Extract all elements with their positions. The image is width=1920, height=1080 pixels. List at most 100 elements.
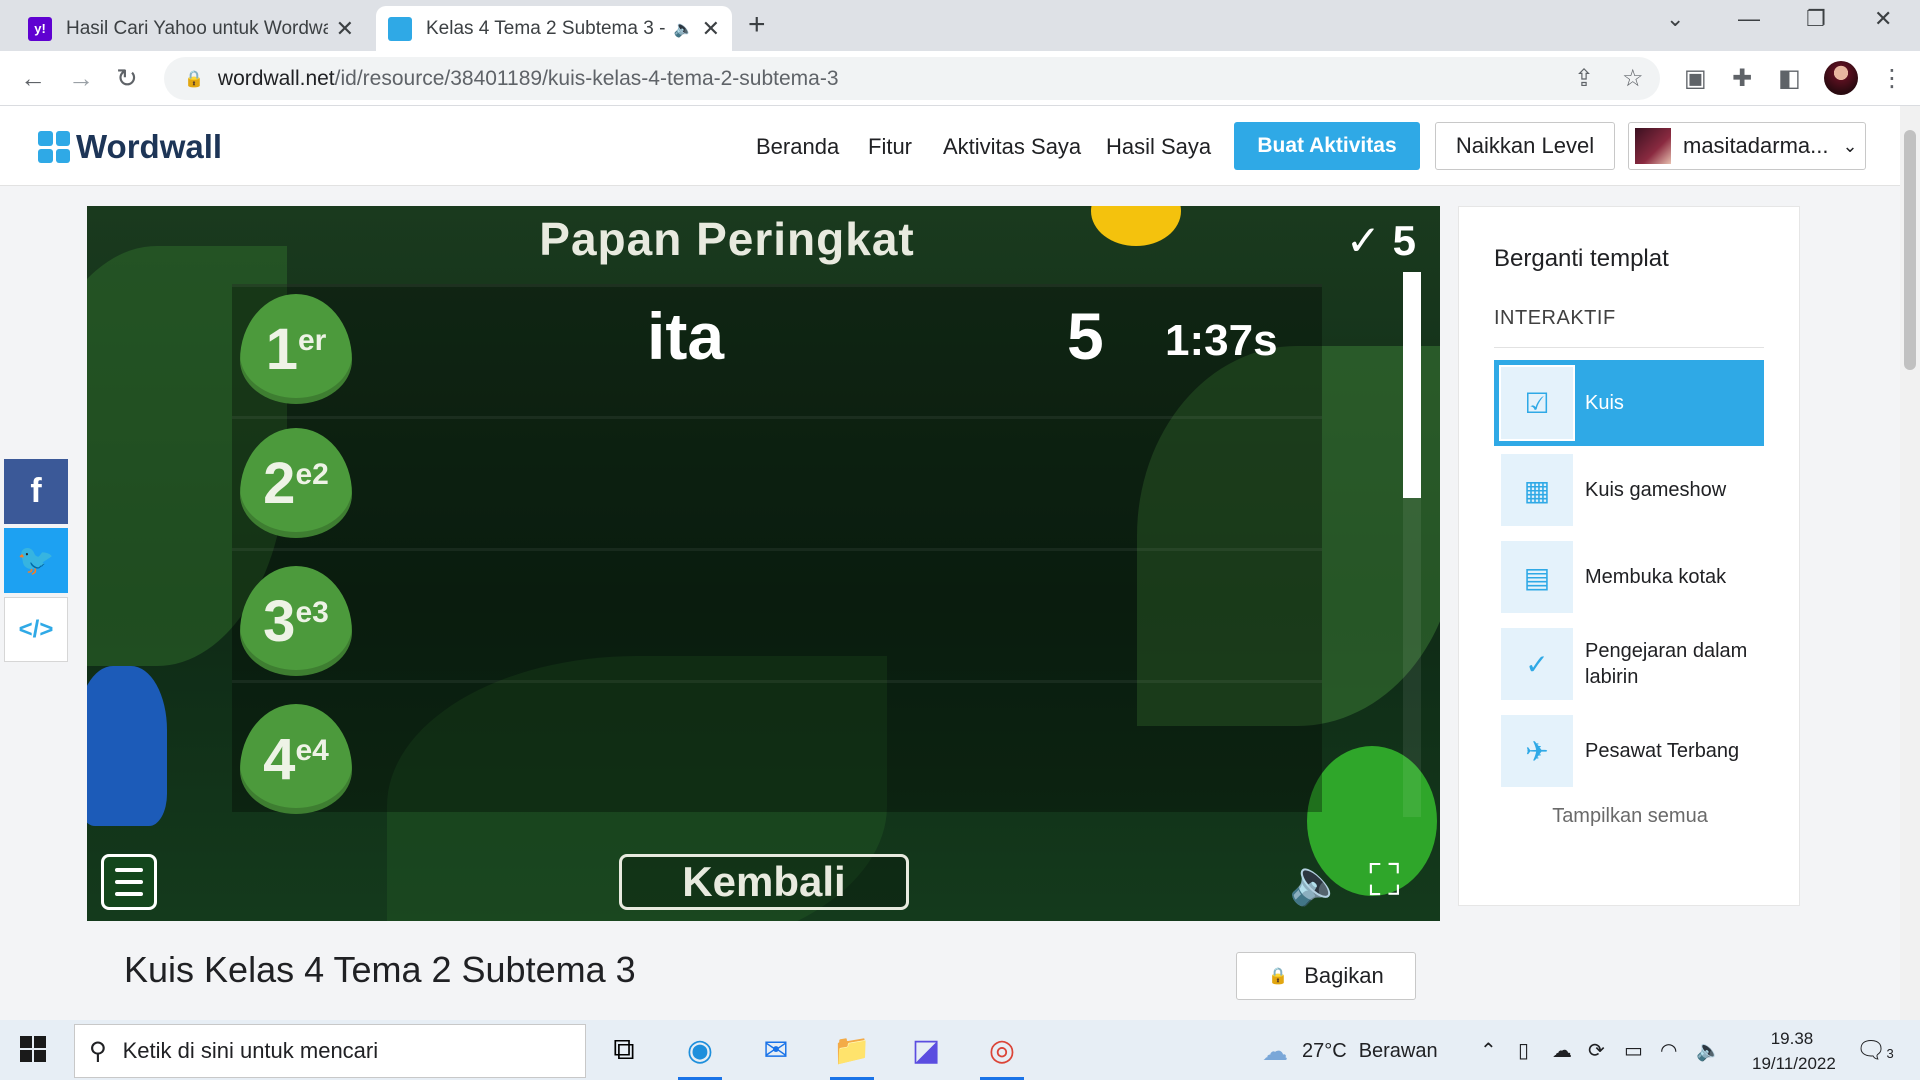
show-all-link[interactable]: Tampilkan semua [1459,805,1801,828]
chrome-icon[interactable]: ◎ [978,1028,1026,1080]
url-path: /id/resource/38401189/kuis-kelas-4-tema-… [334,66,839,90]
notification-center-icon[interactable]: 🗨3 [1856,1036,1894,1065]
chevron-up-icon[interactable]: ⌃ [1480,1038,1497,1063]
facebook-share-button[interactable]: f [4,459,68,524]
template-label: Kuis [1585,392,1624,414]
windows-taskbar: ⚲ Ketik di sini untuk mencari ⧉ ◉ ✉ 📁 ◪ … [0,1020,1920,1080]
nav-beranda[interactable]: Beranda [756,134,839,160]
mail-icon[interactable]: ✉ [752,1028,800,1072]
template-membuka-kotak[interactable]: ▤ Membuka kotak [1494,534,1764,620]
create-activity-button[interactable]: Buat Aktivitas [1234,122,1420,170]
volume-icon[interactable]: 🔈 [1289,856,1344,908]
close-window-icon[interactable]: ✕ [1874,6,1892,32]
sync-icon[interactable]: ⟳ [1588,1038,1605,1063]
side-panel-icon[interactable]: ◧ [1778,64,1801,93]
divider [1494,347,1764,348]
upgrade-button[interactable]: Naikkan Level [1435,122,1615,170]
wifi-icon[interactable]: ◠ [1660,1038,1677,1063]
extension-shield-icon[interactable]: ▣ [1684,64,1707,93]
onedrive-icon[interactable]: ☁ [1552,1038,1572,1063]
sidebar-section-label: INTERAKTIF [1494,307,1616,329]
windows-start-icon[interactable] [20,1036,46,1062]
check-icon: ✓ [1345,217,1381,264]
minimize-icon[interactable]: — [1738,6,1760,32]
template-kuis[interactable]: ☑ Kuis [1494,360,1764,446]
twitter-share-button[interactable]: 🐦 [4,528,68,593]
close-tab-icon[interactable]: ✕ [702,16,720,42]
file-explorer-icon[interactable]: 📁 [828,1028,876,1080]
template-sidebar: Berganti templat INTERAKTIF ☑ Kuis ▦ Kui… [1458,206,1800,906]
search-placeholder: Ketik di sini untuk mencari [122,1038,379,1063]
temperature: 27°C [1302,1040,1347,1062]
reload-icon[interactable]: ↻ [116,63,138,94]
template-kuis-gameshow[interactable]: ▦ Kuis gameshow [1494,447,1764,533]
speaker-icon[interactable]: 🔈 [674,19,694,39]
new-tab-button[interactable]: + [748,8,766,42]
device-icon[interactable]: ▯ [1518,1038,1529,1063]
wordwall-logo[interactable]: Wordwall [38,128,222,166]
tab-title: Kelas 4 Tema 2 Subtema 3 - I [426,17,668,39]
back-button[interactable]: Kembali [619,854,909,910]
edge-browser-icon[interactable]: ◉ [676,1028,724,1080]
leaderboard-scrollbar[interactable] [1403,272,1421,817]
chrome-menu-icon[interactable]: ⋮ [1880,64,1904,93]
template-pengejaran-labirin[interactable]: ✓ Pengejaran dalam labirin [1494,621,1764,707]
hamburger-menu-icon[interactable] [101,854,157,910]
logo-text: Wordwall [76,128,223,165]
tab-search-icon[interactable]: ⌄ [1666,6,1684,32]
leaderboard-scroll-thumb[interactable] [1403,272,1421,498]
cloud-icon: ☁ [1262,1036,1288,1066]
tab-wordwall[interactable]: Kelas 4 Tema 2 Subtema 3 - I 🔈 ✕ [376,6,732,51]
twitter-icon: 🐦 [17,544,55,577]
rank-suffix: er [297,324,327,357]
bookmark-star-icon[interactable]: ☆ [1622,64,1644,93]
close-tab-icon[interactable]: ✕ [336,16,354,42]
forward-icon[interactable]: → [68,63,94,94]
weather-widget[interactable]: ☁ 27°C Berawan [1262,1036,1438,1067]
battery-icon[interactable]: ▭ [1624,1038,1643,1063]
system-clock[interactable]: 19.38 19/11/2022 [1752,1026,1836,1076]
player-name: ita [647,299,725,373]
tab-yahoo[interactable]: y! Hasil Cari Yahoo untuk Wordwall ✕ [16,6,366,51]
search-icon: ⚲ [89,1037,107,1065]
page-scrollbar[interactable] [1900,106,1920,1020]
share-page-icon[interactable]: ⇪ [1574,64,1594,93]
chevron-down-icon: ⌄ [1842,135,1858,156]
user-avatar [1635,128,1671,164]
leaderboard-row [232,548,1322,680]
lock-icon: 🔒 [184,70,204,88]
embed-button[interactable]: </> [4,597,68,662]
username: masitadarma... [1683,133,1829,158]
back-icon[interactable]: ← [20,63,46,94]
nav-hasil-saya[interactable]: Hasil Saya [1106,134,1211,160]
extensions-puzzle-icon[interactable]: ✚ [1732,64,1752,93]
wordwall-logo-icon [38,131,70,163]
nav-aktivitas-saya[interactable]: Aktivitas Saya [943,134,1081,160]
share-button[interactable]: 🔒 Bagikan [1236,952,1416,1000]
nav-fitur[interactable]: Fitur [868,134,912,160]
address-toolbar: ← → ↻ 🔒 wordwall.net/id/resource/3840118… [0,51,1920,106]
task-view-icon[interactable]: ⧉ [600,1028,648,1072]
volume-tray-icon[interactable]: 🔈 [1696,1038,1721,1063]
score-badge: ✓ 5 [1346,216,1416,265]
open-box-thumbnail-icon: ▤ [1499,539,1575,615]
rank-number: 1 [265,316,298,382]
taskbar-search-box[interactable]: ⚲ Ketik di sini untuk mencari [74,1024,586,1078]
leaderboard-row [232,284,1322,416]
rank-number: 4 [263,726,296,792]
notification-count: 3 [1886,1046,1894,1061]
game-canvas[interactable]: Papan Peringkat ✓ 5 1 er 2 e2 3 e3 4 e4 ita … [87,206,1440,921]
restore-icon[interactable]: ❐ [1806,6,1826,32]
rank-number: 3 [263,588,296,654]
fullscreen-icon[interactable]: ⛶ [1369,856,1400,906]
app-icon[interactable]: ◪ [902,1028,950,1072]
template-label: Kuis gameshow [1585,479,1727,501]
profile-avatar[interactable] [1824,61,1858,95]
leaderboard-row [232,416,1322,548]
user-menu[interactable]: masitadarma... ⌄ [1628,122,1866,170]
rank-number: 2 [263,450,296,516]
url-bar[interactable]: 🔒 wordwall.net/id/resource/38401189/kuis… [164,57,1660,100]
player-score: 5 [1067,299,1104,373]
template-pesawat-terbang[interactable]: ✈ Pesawat Terbang [1494,708,1764,794]
scrollbar-thumb[interactable] [1904,130,1916,370]
